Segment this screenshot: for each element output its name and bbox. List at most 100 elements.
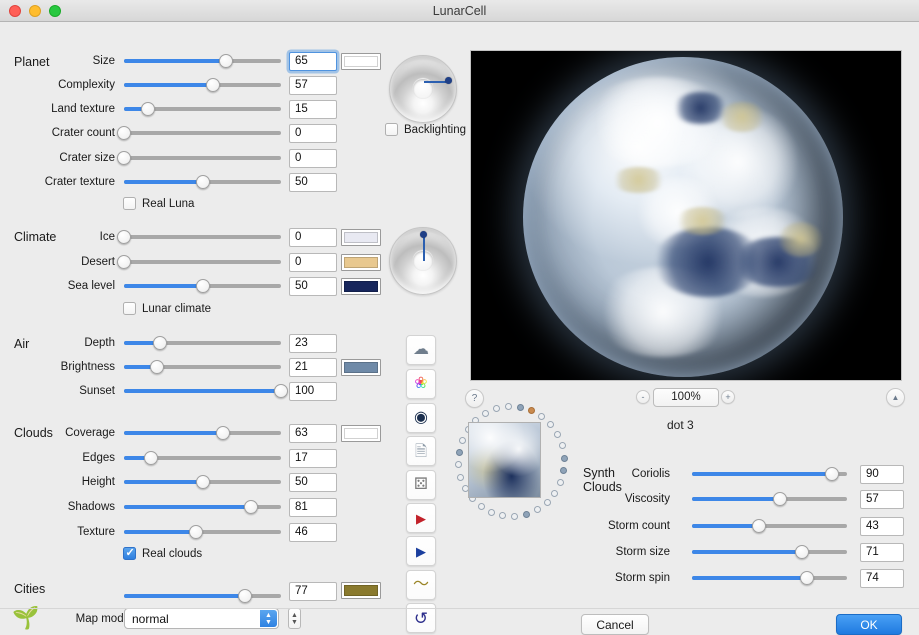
dot-ring-item[interactable]	[516, 403, 524, 411]
air-brightness-color-swatch[interactable]	[341, 359, 381, 376]
field-sunset[interactable]: 100	[289, 382, 337, 401]
sea-level-color-swatch[interactable]	[341, 278, 381, 295]
ice-color-swatch[interactable]	[341, 229, 381, 246]
dot-ring-item[interactable]	[538, 412, 546, 420]
field-crater-texture[interactable]: 50	[289, 173, 337, 192]
preview-options-button[interactable]: ▲	[886, 388, 905, 407]
field-complexity[interactable]: 57	[289, 76, 337, 95]
field-cities[interactable]: 77	[289, 582, 337, 601]
dice-random-icon[interactable]: ⚄	[406, 470, 436, 500]
slider-storm-count[interactable]	[692, 518, 847, 534]
planet-preview[interactable]	[470, 50, 902, 381]
slider-depth[interactable]	[124, 335, 281, 351]
slider-shadows[interactable]	[124, 499, 281, 515]
zoom-out-button[interactable]: -	[636, 390, 650, 404]
slider-size[interactable]	[124, 53, 281, 69]
zoom-level-field[interactable]: 100%	[653, 388, 719, 407]
dot-ring-item[interactable]	[554, 431, 562, 439]
field-coverage[interactable]: 63	[289, 424, 337, 443]
planet-color-swatch[interactable]	[341, 53, 381, 70]
dot-ring-item[interactable]	[560, 454, 568, 462]
slider-ice[interactable]	[117, 229, 281, 245]
field-edges[interactable]: 17	[289, 449, 337, 468]
field-land-texture[interactable]: 15	[289, 100, 337, 119]
cancel-button[interactable]: Cancel	[581, 614, 649, 635]
dot-ring-item[interactable]	[457, 473, 465, 481]
dot-ring-item[interactable]	[511, 512, 519, 520]
document-preset-icon[interactable]: 🗎	[406, 436, 436, 466]
light-direction-orb-planet[interactable]	[389, 55, 457, 123]
checkbox-backlighting[interactable]: Backlighting	[385, 123, 466, 136]
dot-ring-item[interactable]	[547, 421, 555, 429]
dot-ring-item[interactable]	[557, 478, 565, 486]
dot-ring-item[interactable]	[558, 442, 566, 450]
field-ice[interactable]: 0	[289, 228, 337, 247]
dot-ring-item[interactable]	[493, 405, 500, 413]
map-mode-select[interactable]: normal ▲ ▼	[124, 608, 279, 629]
play-blue-icon[interactable]: ▶	[406, 536, 436, 566]
dot-ring-item[interactable]	[543, 498, 551, 506]
slider-complexity[interactable]	[124, 77, 281, 93]
ok-button[interactable]: OK	[836, 614, 902, 635]
field-brightness[interactable]: 21	[289, 358, 337, 377]
play-red-icon[interactable]: ▶	[406, 503, 436, 533]
dot-ring-item[interactable]	[527, 407, 535, 415]
checkbox-lunar-climate[interactable]: Lunar climate	[123, 302, 211, 315]
field-sea-level[interactable]: 50	[289, 277, 337, 296]
dot-ring-item[interactable]	[455, 461, 463, 469]
dot-ring-item[interactable]	[560, 466, 568, 474]
dot-ring-item[interactable]	[551, 489, 559, 497]
slider-height[interactable]	[124, 474, 281, 490]
clouds-color-swatch[interactable]	[341, 425, 381, 442]
dot-ring-item[interactable]	[482, 410, 490, 418]
dot-ring-item[interactable]	[533, 505, 541, 513]
field-desert[interactable]: 0	[289, 253, 337, 272]
field-shadows[interactable]: 81	[289, 498, 337, 517]
slider-edges[interactable]	[124, 450, 281, 466]
slider-land-texture[interactable]	[124, 101, 281, 117]
slider-texture[interactable]	[124, 524, 281, 540]
field-size[interactable]: 65	[289, 52, 337, 71]
slider-coriolis[interactable]	[692, 466, 847, 482]
checkbox-real-clouds[interactable]: Real clouds	[123, 546, 202, 560]
dot-ring-item[interactable]	[499, 512, 507, 520]
slider-sea-level[interactable]	[124, 278, 281, 294]
cities-color-swatch[interactable]	[341, 582, 381, 599]
slider-crater-size[interactable]	[117, 150, 281, 166]
field-storm-size[interactable]: 71	[860, 543, 904, 562]
preview-thumbnail[interactable]	[468, 422, 541, 498]
field-height[interactable]: 50	[289, 473, 337, 492]
field-crater-count[interactable]: 0	[289, 124, 337, 143]
slider-viscosity[interactable]	[692, 491, 847, 507]
field-depth[interactable]: 23	[289, 334, 337, 353]
field-storm-count[interactable]: 43	[860, 517, 904, 536]
slider-crater-texture[interactable]	[124, 174, 281, 190]
field-crater-size[interactable]: 0	[289, 149, 337, 168]
wave-icon[interactable]: 〜	[406, 570, 436, 600]
slider-cities[interactable]	[124, 588, 281, 604]
zoom-in-button[interactable]: +	[721, 390, 735, 404]
slider-storm-size[interactable]	[692, 544, 847, 560]
light-direction-orb-climate[interactable]	[389, 227, 457, 295]
checkbox-real-luna[interactable]: Real Luna	[123, 197, 194, 210]
dot-ring-item[interactable]	[458, 437, 466, 445]
slider-storm-spin[interactable]	[692, 570, 847, 586]
slider-coverage[interactable]	[124, 425, 281, 441]
dot-ring-item[interactable]	[477, 503, 485, 511]
slider-sunset[interactable]	[124, 383, 288, 399]
slider-desert[interactable]	[117, 254, 281, 270]
dot-ring-item[interactable]	[488, 508, 496, 516]
cloud-icon[interactable]: ☁	[406, 335, 436, 365]
field-viscosity[interactable]: 57	[860, 490, 904, 509]
dot-ring-item[interactable]	[523, 510, 530, 518]
slider-brightness[interactable]	[124, 359, 281, 375]
slider-crater-count[interactable]	[117, 125, 281, 141]
map-mode-stepper[interactable]: ▲ ▼	[288, 608, 301, 629]
ring-torus-icon[interactable]: ◉	[406, 403, 436, 433]
color-wheel-icon[interactable]: ❀	[406, 369, 436, 399]
dot-ring-item[interactable]	[504, 403, 512, 411]
help-button[interactable]: ?	[465, 389, 484, 408]
dot-ring-item[interactable]	[455, 449, 463, 457]
desert-color-swatch[interactable]	[341, 254, 381, 271]
field-storm-spin[interactable]: 74	[860, 569, 904, 588]
